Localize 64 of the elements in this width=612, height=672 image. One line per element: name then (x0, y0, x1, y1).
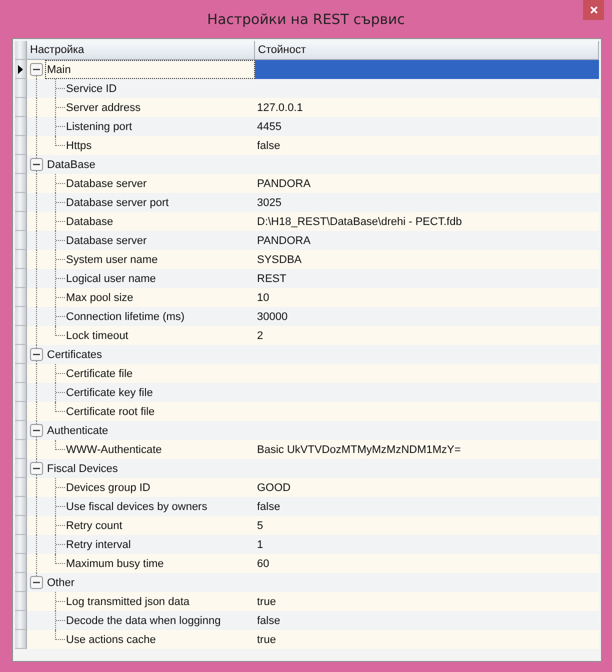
group-label[interactable]: Authenticate (45, 422, 110, 440)
collapse-icon[interactable] (30, 576, 43, 589)
collapse-icon[interactable] (30, 158, 43, 171)
setting-name: Max pool size (65, 290, 134, 306)
collapse-icon[interactable] (30, 63, 43, 76)
value-cell[interactable]: 30000 (255, 307, 599, 326)
setting-name: Service ID (65, 82, 118, 96)
current-row-icon (18, 64, 23, 74)
value-cell[interactable]: 2 (255, 326, 599, 345)
setting-name: Certificate file (65, 366, 134, 382)
setting-name: Retry interval (65, 538, 132, 552)
row-indicator[interactable] (15, 60, 27, 79)
setting-name: Use fiscal devices by owners (65, 500, 208, 514)
setting-name: Database (65, 214, 114, 230)
value-cell[interactable]: true (255, 630, 599, 649)
setting-name: Logical user name (65, 272, 157, 286)
setting-name: Log transmitted json data (65, 594, 191, 610)
value-cell[interactable]: Basic UkVTVDozMTMyMzMzNDM1MzY= (255, 440, 599, 459)
value-cell[interactable]: SYSDBA (255, 250, 599, 269)
close-button[interactable] (583, 0, 604, 20)
value-cell[interactable]: 4455 (255, 117, 599, 136)
value-cell[interactable]: true (255, 592, 599, 611)
value-cell[interactable] (255, 60, 599, 79)
setting-name: Connection lifetime (ms) (65, 310, 186, 324)
setting-name: Certificate root file (65, 404, 156, 420)
value-cell[interactable]: GOOD (255, 478, 599, 497)
value-cell[interactable]: D:\H18_REST\DataBase\drehi - PECT.fdb (255, 212, 599, 231)
setting-name: Retry count (65, 518, 124, 534)
value-cell[interactable]: 10 (255, 288, 599, 307)
setting-name: System user name (65, 252, 159, 268)
window-title: Настройки на REST сървис (207, 12, 405, 28)
setting-name: Database server (65, 176, 148, 192)
group-label[interactable]: Certificates (45, 346, 104, 364)
value-cell[interactable]: PANDORA (255, 231, 599, 250)
value-cell[interactable]: 5 (255, 516, 599, 535)
value-cell[interactable]: false (255, 611, 599, 630)
value-cell[interactable]: 3025 (255, 193, 599, 212)
close-icon (590, 6, 598, 14)
value-cell[interactable]: 127.0.0.1 (255, 98, 599, 117)
setting-name: Database server port (65, 196, 170, 210)
group-label[interactable]: DataBase (45, 156, 98, 174)
group-label[interactable]: Other (45, 574, 77, 592)
setting-name: Use actions cache (65, 632, 157, 648)
value-cell[interactable]: false (255, 136, 599, 155)
group-label[interactable]: Fiscal Devices (45, 460, 120, 478)
setting-name: WWW-Authenticate (65, 442, 163, 458)
setting-name: Server address (65, 100, 142, 116)
collapse-icon[interactable] (30, 348, 43, 361)
value-cell[interactable]: PANDORA (255, 174, 599, 193)
setting-name: Listening port (65, 120, 134, 134)
setting-name: Devices group ID (65, 480, 152, 496)
setting-name: Database server (65, 234, 148, 248)
setting-name: Https (65, 138, 93, 154)
setting-name: Lock timeout (65, 328, 130, 344)
value-cell[interactable]: false (255, 497, 599, 516)
setting-name: Certificate key file (65, 386, 154, 400)
collapse-icon[interactable] (30, 462, 43, 475)
value-cell[interactable]: 1 (255, 535, 599, 554)
header-corner (15, 41, 27, 60)
value-cell[interactable]: 60 (255, 554, 599, 573)
collapse-icon[interactable] (30, 424, 43, 437)
setting-name: Decode the data when logginng (65, 614, 222, 628)
setting-name: Maximum busy time (65, 556, 165, 572)
value-cell[interactable]: REST (255, 269, 599, 288)
